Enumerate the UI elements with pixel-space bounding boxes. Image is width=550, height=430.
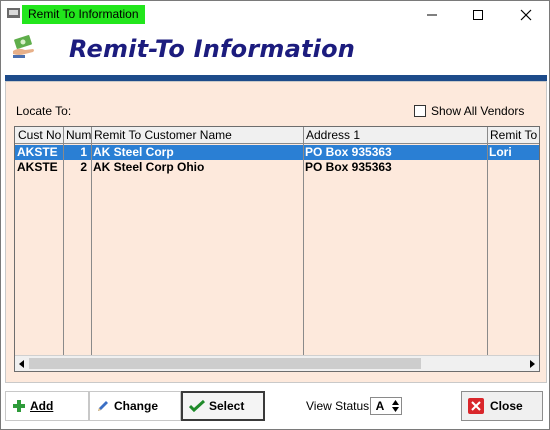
chevron-up-icon[interactable] [391,400,399,405]
maximize-button[interactable] [455,1,501,29]
table-row[interactable]: AKSTE 1 AK Steel Corp PO Box 935363 Lori [15,145,539,160]
cell-cust-no: AKSTE [17,145,58,159]
change-button[interactable]: Change [89,391,181,421]
column-header-address1[interactable]: Address 1 [303,127,487,144]
window-title: Remit To Information [22,5,145,24]
remit-to-window: Remit To Information Remit-To Informatio… [0,0,550,430]
column-divider [487,127,488,355]
chevron-down-icon[interactable] [391,407,399,412]
app-icon [7,8,20,18]
cell-remit-to: Lori [489,145,512,159]
view-status-label: View Status: [306,399,373,413]
view-status-spinner[interactable]: A [370,397,402,415]
cell-address1: PO Box 935363 [305,145,392,159]
column-divider [303,127,304,355]
table-row[interactable]: AKSTE 2 AK Steel Corp Ohio PO Box 935363 [15,160,539,175]
add-button-label: Add [30,399,54,413]
title-bar: Remit To Information [1,1,549,29]
plus-icon [13,400,25,412]
main-panel: Locate To: Show All Vendors Cust No Num … [5,81,547,383]
cell-name: AK Steel Corp [93,145,174,159]
scroll-right-button[interactable] [525,356,539,371]
cell-cust-no: AKSTE [17,160,58,174]
money-hand-icon [13,35,34,58]
cell-name: AK Steel Corp Ohio [93,160,205,174]
header: Remit-To Information [1,29,549,77]
bottom-toolbar: Add Change Select View Status: A Close [1,383,549,429]
cell-address1: PO Box 935363 [305,160,392,174]
show-all-vendors-label: Show All Vendors [431,104,525,118]
change-button-label: Change [114,399,159,413]
page-title: Remit-To Information [69,35,356,63]
select-button-label: Select [209,399,245,413]
chevron-right-icon [530,360,535,368]
show-all-vendors-checkbox[interactable] [414,105,426,117]
cell-remit-to [487,160,539,175]
column-header-cust-no[interactable]: Cust No [15,127,63,144]
grid-header: Cust No Num Remit To Customer Name Addre… [15,127,539,144]
column-divider [91,127,92,355]
locate-to-label: Locate To: [16,104,72,118]
pencil-icon [98,401,108,411]
view-status-value: A [375,399,385,413]
column-header-remit-to[interactable]: Remit To [487,127,539,144]
show-all-vendors-toggle[interactable]: Show All Vendors [414,104,524,118]
column-header-num[interactable]: Num [63,127,91,144]
checkmark-icon [189,399,205,413]
remit-to-grid: Cust No Num Remit To Customer Name Addre… [14,126,540,372]
horizontal-scrollbar[interactable] [15,355,539,371]
cell-num: 1 [80,145,87,159]
close-x-icon [468,398,484,414]
close-button[interactable]: Close [461,391,543,421]
spinner-arrows[interactable] [389,398,401,414]
add-button[interactable]: Add [5,391,89,421]
minimize-button[interactable] [409,1,455,29]
maximize-icon [473,10,483,20]
column-divider [63,127,64,355]
close-button-label: Close [490,399,523,413]
scroll-left-button[interactable] [15,356,29,371]
column-header-name[interactable]: Remit To Customer Name [91,127,303,144]
chevron-left-icon [19,360,24,368]
minimize-icon [427,14,437,16]
window-close-button[interactable] [503,1,549,29]
select-button[interactable]: Select [181,391,265,421]
scrollbar-thumb[interactable] [29,358,421,369]
close-icon [520,9,532,21]
cell-num: 2 [80,160,87,174]
